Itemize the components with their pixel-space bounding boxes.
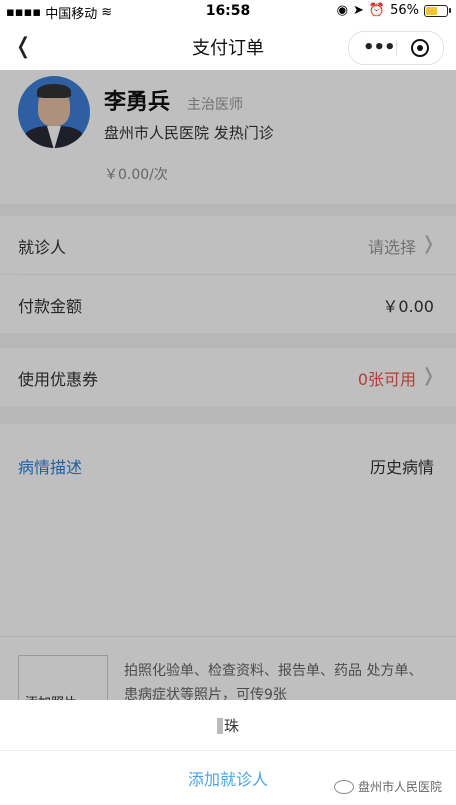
alarm-icon: ⏰ xyxy=(368,3,386,18)
watermark: 盘州市人民医院 xyxy=(333,778,442,795)
battery-percent: 56% xyxy=(390,3,419,18)
patient-action-sheet: 珠 添加就诊人 盘州市人民医院 xyxy=(0,700,456,805)
more-icon[interactable]: ••• xyxy=(363,37,396,58)
close-target-icon[interactable] xyxy=(411,39,429,57)
nav-bar: ❬ 支付订单 ••• xyxy=(0,24,456,70)
add-patient-label: 添加就诊人 xyxy=(187,770,268,789)
patient-option-name: 珠 xyxy=(223,717,239,735)
wechat-icon xyxy=(333,779,354,794)
modal-overlay[interactable] xyxy=(0,70,456,805)
mini-program-capsule: ••• xyxy=(348,31,444,65)
masked-text-mark xyxy=(216,718,223,734)
status-bar: ▪▪▪▪ 中国移动 ≋ 16:58 ◉ ➤ ⏰ 56% xyxy=(0,0,456,24)
status-right: ◉ ➤ ⏰ 56% xyxy=(336,3,451,18)
patient-option[interactable]: 珠 xyxy=(0,700,456,751)
location-icon: ➤ xyxy=(353,3,364,18)
battery-icon xyxy=(424,4,451,17)
capsule-divider xyxy=(396,40,397,56)
watermark-text: 盘州市人民医院 xyxy=(357,780,442,794)
lock-rotation-icon: ◉ xyxy=(336,3,348,18)
